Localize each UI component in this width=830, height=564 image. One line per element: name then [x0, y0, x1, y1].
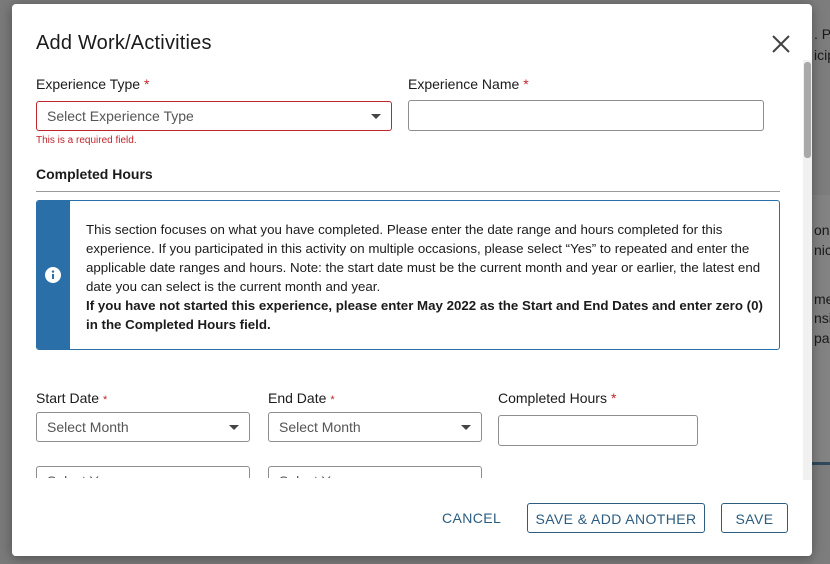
experience-name-label-text: Experience Name: [408, 76, 520, 92]
background-text: pac: [814, 330, 830, 346]
info-emphasis: If you have not started this experience,…: [86, 298, 763, 332]
save-and-add-another-button[interactable]: SAVE & ADD ANOTHER: [527, 503, 705, 533]
info-icon: [45, 267, 61, 283]
close-icon: [772, 35, 790, 53]
info-stripe: [37, 201, 70, 349]
start-month-placeholder: Select Month: [47, 419, 129, 435]
background-text: icip: [814, 47, 830, 63]
scrollbar-thumb[interactable]: [804, 62, 811, 158]
cancel-button[interactable]: CANCEL: [442, 510, 501, 526]
experience-name-label: Experience Name *: [408, 76, 529, 92]
info-text: This section focuses on what you have co…: [86, 220, 764, 334]
completed-hours-input[interactable]: [498, 415, 698, 446]
required-marker: *: [144, 76, 150, 92]
info-description: This section focuses on what you have co…: [86, 222, 761, 294]
end-month-select[interactable]: Select Month: [268, 412, 482, 442]
experience-type-placeholder: Select Experience Type: [47, 108, 194, 124]
experience-type-select[interactable]: Select Experience Type: [36, 101, 392, 131]
completed-hours-label-text: Completed Hours: [498, 390, 607, 406]
required-marker: *: [610, 390, 617, 406]
required-marker: *: [523, 76, 529, 92]
start-date-label-text: Start Date: [36, 390, 100, 406]
dialog-title: Add Work/Activities: [36, 32, 212, 54]
background-text: on: [814, 222, 830, 238]
background-text: . Pl: [814, 26, 830, 42]
end-date-label: End Date *: [268, 390, 335, 406]
completed-hours-section-title: Completed Hours: [36, 166, 153, 182]
save-button[interactable]: SAVE: [721, 503, 788, 533]
required-marker: *: [330, 394, 335, 406]
add-work-activities-dialog: Add Work/Activities Experience Type * Sel…: [12, 4, 812, 556]
background-page: . Pl icip on nich me nsic pac: [812, 0, 830, 564]
chevron-down-icon: [371, 114, 381, 119]
start-date-label: Start Date *: [36, 390, 107, 406]
required-marker: *: [103, 394, 108, 406]
background-text: nich: [814, 242, 830, 258]
chevron-down-icon: [461, 425, 471, 430]
background-text: nsic: [814, 310, 830, 326]
experience-type-error: This is a required field.: [36, 135, 137, 146]
background-text: me: [814, 291, 830, 307]
completed-hours-label: Completed Hours *: [498, 390, 616, 406]
experience-name-input[interactable]: [408, 100, 764, 131]
chevron-down-icon: [229, 425, 239, 430]
background-divider: [812, 462, 830, 465]
section-divider: [36, 191, 780, 192]
close-button[interactable]: [770, 33, 792, 55]
experience-type-label: Experience Type *: [36, 76, 149, 92]
end-date-label-text: End Date: [268, 390, 327, 406]
info-notice: This section focuses on what you have co…: [36, 200, 780, 350]
experience-type-label-text: Experience Type: [36, 76, 141, 92]
end-month-placeholder: Select Month: [279, 419, 361, 435]
start-month-select[interactable]: Select Month: [36, 412, 250, 442]
